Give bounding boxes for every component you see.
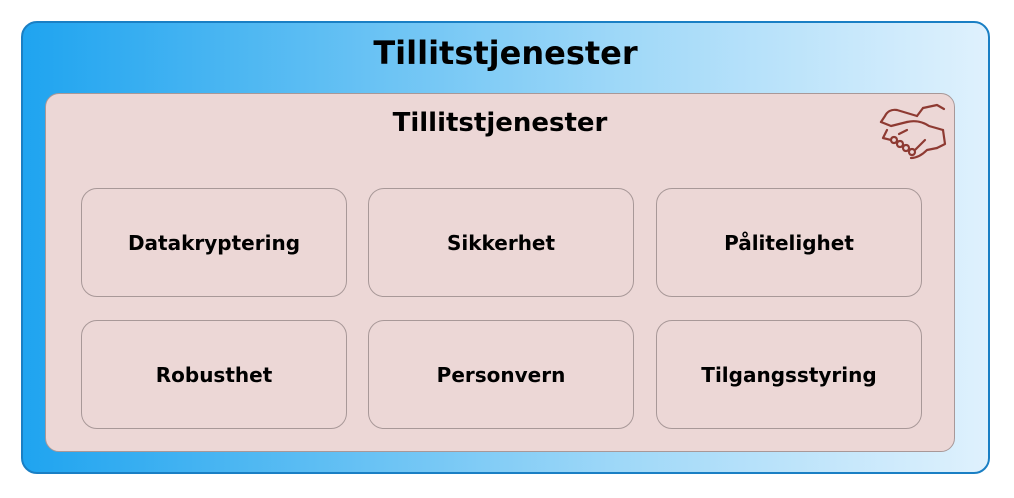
node-datakryptering: Datakryptering: [81, 188, 347, 297]
inner-container: Tillitstjenester Datakryptering Sikkerhe…: [45, 93, 955, 452]
handshake-icon: [879, 103, 947, 160]
node-tilgangsstyring: Tilgangsstyring: [656, 320, 922, 429]
node-personvern: Personvern: [368, 320, 634, 429]
node-sikkerhet: Sikkerhet: [368, 188, 634, 297]
outer-title: Tillitstjenester: [373, 34, 638, 72]
node-robusthet: Robusthet: [81, 320, 347, 429]
node-palitelighet: Pålitelighet: [656, 188, 922, 297]
inner-title: Tillitstjenester: [392, 108, 608, 138]
